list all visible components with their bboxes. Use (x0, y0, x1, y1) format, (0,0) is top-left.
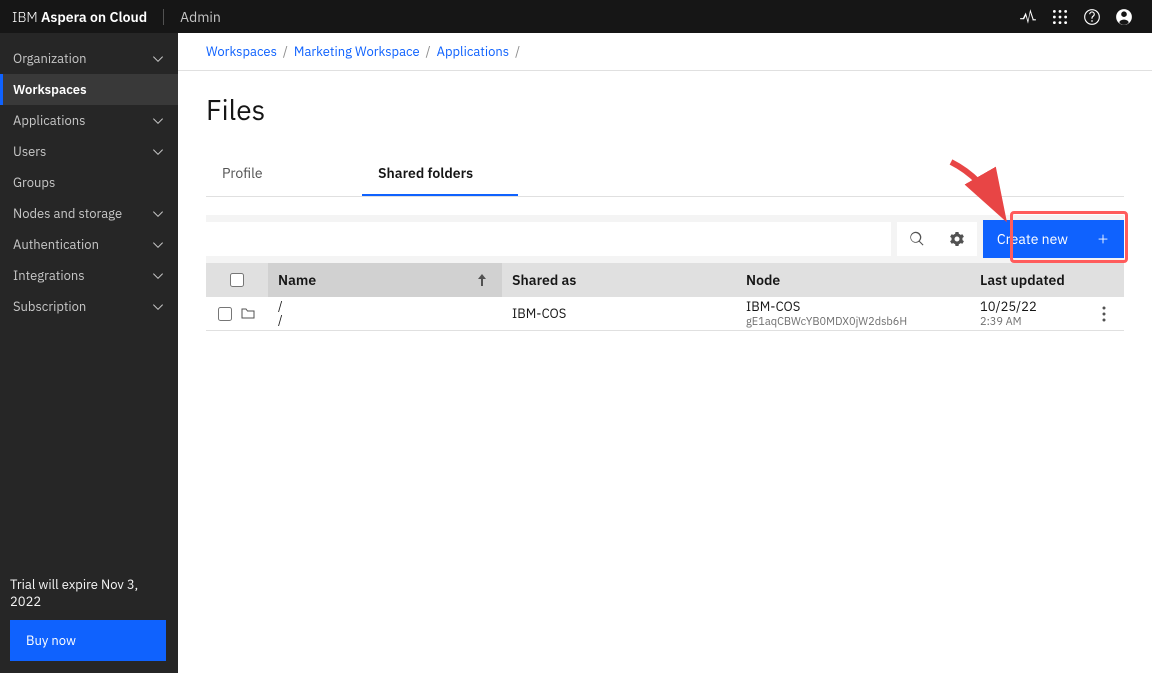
main: Workspaces / Marketing Workspace / Applicati… (178, 33, 1152, 673)
sidebar-item-groups[interactable]: Groups (0, 167, 178, 198)
chevron-down-icon (150, 268, 166, 284)
page-title: Files (206, 91, 1124, 128)
row-overflow-menu[interactable] (1084, 306, 1124, 322)
cell-node: IBM-COSgE1aqCBWcYB0MDX0jW2dsb6H (736, 298, 970, 329)
tab-profile[interactable]: Profile (206, 152, 362, 196)
user-avatar-icon[interactable] (1108, 1, 1140, 33)
folder-icon (240, 306, 256, 322)
search-icon[interactable] (897, 222, 937, 256)
cell-shared-as: IBM-COS (502, 305, 736, 322)
create-new-button[interactable]: Create new (983, 220, 1124, 258)
table-row: //IBM-COSIBM-COSgE1aqCBWcYB0MDX0jW2dsb6H… (206, 297, 1124, 331)
col-header-name[interactable]: Name (268, 263, 502, 297)
sidebar-item-applications[interactable]: Applications (0, 105, 178, 136)
sidebar-item-label: Organization (13, 50, 87, 67)
sidebar-item-label: Nodes and storage (13, 205, 122, 222)
tabs: ProfileShared folders (206, 152, 1124, 197)
chevron-down-icon (150, 144, 166, 160)
breadcrumb-sep: / (515, 43, 520, 60)
select-all-checkbox[interactable] (206, 273, 268, 287)
create-new-label: Create new (997, 230, 1068, 248)
sidebar-item-subscription[interactable]: Subscription (0, 291, 178, 322)
col-header-shared[interactable]: Shared as (502, 271, 736, 289)
brand-prefix: IBM (12, 8, 41, 26)
sidebar-item-label: Subscription (13, 298, 86, 315)
sidebar-item-organization[interactable]: Organization (0, 43, 178, 74)
topbar: IBM Aspera on Cloud Admin (0, 0, 1152, 33)
breadcrumb: Workspaces / Marketing Workspace / Applicati… (178, 33, 1152, 71)
table: Name Shared as Node Last updated //IBM-C… (206, 263, 1124, 331)
admin-link[interactable]: Admin (180, 8, 221, 26)
overflow-icon (1102, 306, 1106, 322)
chevron-down-icon (150, 237, 166, 253)
sidebar-item-label: Applications (13, 112, 86, 129)
sidebar-footer: Trial will expire Nov 3, 2022 Buy now (0, 564, 178, 673)
chevron-down-icon (150, 51, 166, 67)
col-header-node[interactable]: Node (736, 271, 970, 289)
sidebar: Organization Workspaces Applications Users G… (0, 33, 178, 673)
chevron-down-icon (150, 206, 166, 222)
tab-shared-folders[interactable]: Shared folders (362, 152, 518, 196)
chevron-down-icon (150, 299, 166, 315)
sidebar-item-label: Authentication (13, 236, 99, 253)
sidebar-item-users[interactable]: Users (0, 136, 178, 167)
sidebar-item-label: Integrations (13, 267, 85, 284)
sidebar-item-label: Groups (13, 174, 55, 191)
sidebar-item-nodes-and-storage[interactable]: Nodes and storage (0, 198, 178, 229)
sidebar-item-workspaces[interactable]: Workspaces (0, 74, 178, 105)
help-icon[interactable] (1076, 1, 1108, 33)
search-input-area[interactable] (206, 222, 891, 256)
col-header-updated[interactable]: Last updated (970, 271, 1084, 289)
cell-name[interactable]: // (268, 297, 502, 330)
table-header: Name Shared as Node Last updated (206, 263, 1124, 297)
toolbar: Create new (206, 215, 1124, 263)
breadcrumb-link[interactable]: Workspaces (206, 43, 277, 60)
brand: IBM Aspera on Cloud (12, 8, 147, 26)
plus-icon (1096, 232, 1110, 246)
divider (163, 9, 164, 25)
apps-icon[interactable] (1044, 1, 1076, 33)
cell-updated: 10/25/222:39 AM (970, 298, 1084, 329)
sidebar-item-label: Workspaces (13, 81, 87, 98)
sort-ascending-icon (474, 272, 490, 288)
sidebar-nav: Organization Workspaces Applications Users G… (0, 33, 178, 564)
breadcrumb-link[interactable]: Marketing Workspace (294, 43, 420, 60)
sidebar-item-authentication[interactable]: Authentication (0, 229, 178, 260)
buy-now-button[interactable]: Buy now (10, 620, 166, 661)
activity-icon[interactable] (1012, 1, 1044, 33)
breadcrumb-link[interactable]: Applications (437, 43, 510, 60)
chevron-down-icon (150, 113, 166, 129)
breadcrumb-sep: / (283, 43, 288, 60)
sidebar-item-label: Users (13, 143, 46, 160)
row-checkbox[interactable] (218, 307, 232, 321)
settings-icon[interactable] (937, 222, 977, 256)
breadcrumb-sep: / (426, 43, 431, 60)
sidebar-item-integrations[interactable]: Integrations (0, 260, 178, 291)
trial-notice: Trial will expire Nov 3, 2022 (10, 576, 168, 610)
brand-name: Aspera on Cloud (41, 8, 147, 26)
